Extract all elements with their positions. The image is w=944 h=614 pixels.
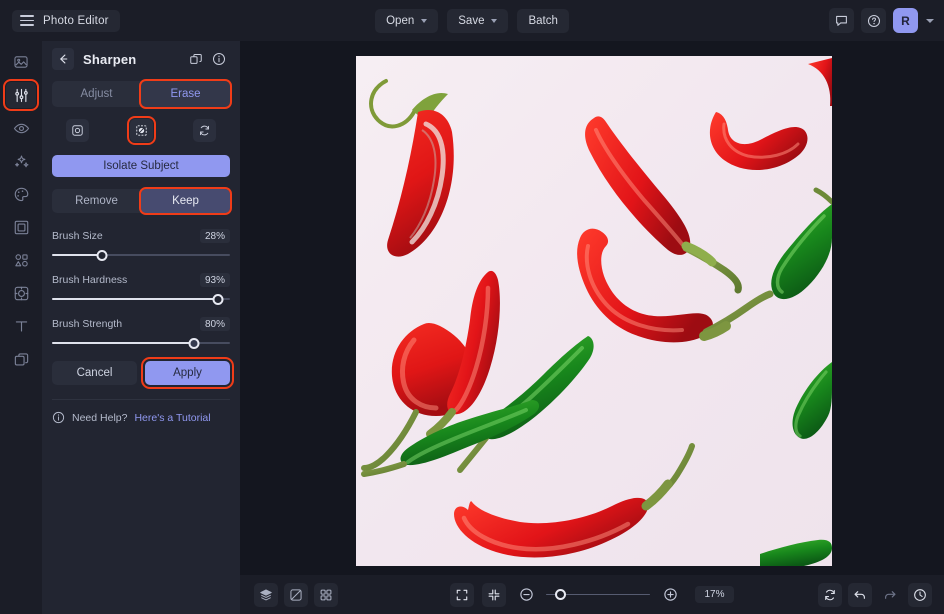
sidebar-item-shapes[interactable]	[6, 247, 36, 273]
history-controls	[818, 582, 932, 607]
question-circle-icon[interactable]	[861, 8, 886, 33]
info-circle-icon[interactable]	[210, 50, 228, 68]
brush-size-label: Brush Size	[52, 230, 103, 242]
sidebar-item-text[interactable]	[6, 313, 36, 339]
apply-button[interactable]: Apply	[141, 357, 234, 389]
layers-stack-icon[interactable]	[254, 582, 278, 607]
app-title: Photo Editor	[43, 14, 109, 27]
sidebar-item-adjust[interactable]	[3, 79, 39, 111]
slider-track-fill	[52, 298, 218, 300]
compare-icon[interactable]	[284, 582, 308, 607]
brush-hardness-knob[interactable]	[212, 293, 224, 305]
chevron-down-icon	[421, 18, 428, 23]
photo-editor-app: Photo Editor Open Save Batch R Sharpen A…	[0, 0, 944, 614]
panel-tabs: Adjust Erase	[52, 79, 232, 109]
brush-hardness-slider: Brush Hardness 93%	[52, 273, 230, 305]
tool-brush[interactable]	[126, 115, 156, 146]
open-button[interactable]: Open	[375, 8, 439, 33]
panel-header: Sharpen	[42, 41, 240, 77]
zoom-in-icon[interactable]	[658, 583, 682, 607]
brush-hardness-value: 93%	[199, 273, 230, 287]
cancel-button[interactable]: Cancel	[52, 361, 137, 385]
open-label: Open	[386, 14, 415, 27]
history-icon[interactable]	[908, 582, 932, 607]
save-label: Save	[458, 14, 485, 27]
zoom-slider-knob[interactable]	[554, 588, 566, 600]
sidebar-item-image[interactable]	[6, 49, 36, 75]
tab-erase[interactable]: Erase	[139, 79, 232, 109]
slider-track-fill	[52, 342, 195, 344]
fit-screen-icon[interactable]	[450, 582, 475, 607]
brush-size-value: 28%	[199, 229, 230, 243]
brush-strength-value: 80%	[199, 317, 230, 331]
mode-remove[interactable]: Remove	[52, 189, 141, 213]
tool-reset-selection[interactable]	[193, 119, 216, 142]
tab-adjust[interactable]: Adjust	[52, 81, 141, 107]
brush-hardness-track[interactable]	[52, 293, 230, 305]
duplicate-icon[interactable]	[187, 50, 205, 68]
brush-strength-label: Brush Strength	[52, 318, 123, 330]
bottom-bar: 17%	[240, 575, 944, 614]
brush-hardness-label: Brush Hardness	[52, 274, 128, 286]
sidebar-item-overlays[interactable]	[6, 280, 36, 306]
brush-sliders: Brush Size 28% Brush Hardness 93% Brush …	[52, 229, 230, 349]
chili-peppers-photo	[356, 56, 832, 566]
batch-label: Batch	[528, 14, 558, 27]
brush-strength-knob[interactable]	[188, 337, 200, 349]
zoom-slider[interactable]	[546, 588, 651, 601]
left-sidebar	[0, 41, 42, 614]
erase-mode-toggle: Remove Keep	[52, 187, 232, 215]
main-menu-button[interactable]: Photo Editor	[12, 9, 120, 32]
avatar[interactable]: R	[893, 8, 918, 33]
sidebar-item-retouch[interactable]	[6, 115, 36, 141]
brush-strength-track[interactable]	[52, 337, 230, 349]
edited-image[interactable]	[356, 56, 832, 566]
zoom-out-icon[interactable]	[514, 583, 538, 607]
help-text: Need Help?	[72, 411, 128, 424]
isolate-subject-button[interactable]: Isolate Subject	[52, 155, 230, 177]
sidebar-item-layers[interactable]	[6, 346, 36, 372]
brush-size-slider: Brush Size 28%	[52, 229, 230, 261]
undo-icon[interactable]	[848, 582, 872, 607]
canvas-area[interactable]	[240, 41, 944, 575]
help-tutorial-row[interactable]: Need Help? Here's a Tutorial	[52, 411, 230, 424]
page-title: Sharpen	[83, 51, 137, 67]
slider-track-fill	[52, 254, 102, 256]
sidebar-item-effects[interactable]	[6, 148, 36, 174]
top-right-actions: R	[829, 0, 934, 41]
collapse-icon[interactable]	[482, 582, 507, 607]
chat-bubble-icon[interactable]	[829, 8, 854, 33]
mode-keep[interactable]: Keep	[139, 187, 232, 215]
brush-strength-slider: Brush Strength 80%	[52, 317, 230, 349]
panel-actions: Cancel Apply	[52, 357, 234, 389]
tool-panel: Sharpen Adjust Erase Isolate Subject Rem…	[42, 41, 240, 614]
chevron-down-icon[interactable]	[926, 18, 934, 23]
arrow-left-icon[interactable]	[52, 48, 74, 70]
info-circle-icon	[52, 411, 65, 424]
chevron-down-icon	[491, 18, 498, 23]
redo-icon[interactable]	[878, 583, 902, 607]
save-button[interactable]: Save	[447, 8, 509, 33]
sidebar-item-frames[interactable]	[6, 214, 36, 240]
erase-tool-row	[66, 115, 216, 146]
tutorial-link[interactable]: Here's a Tutorial	[134, 412, 210, 424]
tool-select[interactable]	[66, 119, 89, 142]
brush-size-knob[interactable]	[96, 249, 108, 261]
hamburger-icon	[20, 15, 34, 26]
bottom-left-tools	[254, 582, 338, 607]
reset-icon[interactable]	[818, 582, 842, 607]
grid-icon[interactable]	[314, 582, 338, 607]
brush-size-track[interactable]	[52, 249, 230, 261]
zoom-level-value: 17%	[695, 586, 734, 603]
batch-button[interactable]: Batch	[517, 8, 569, 33]
sidebar-item-color[interactable]	[6, 181, 36, 207]
panel-divider	[52, 399, 230, 400]
